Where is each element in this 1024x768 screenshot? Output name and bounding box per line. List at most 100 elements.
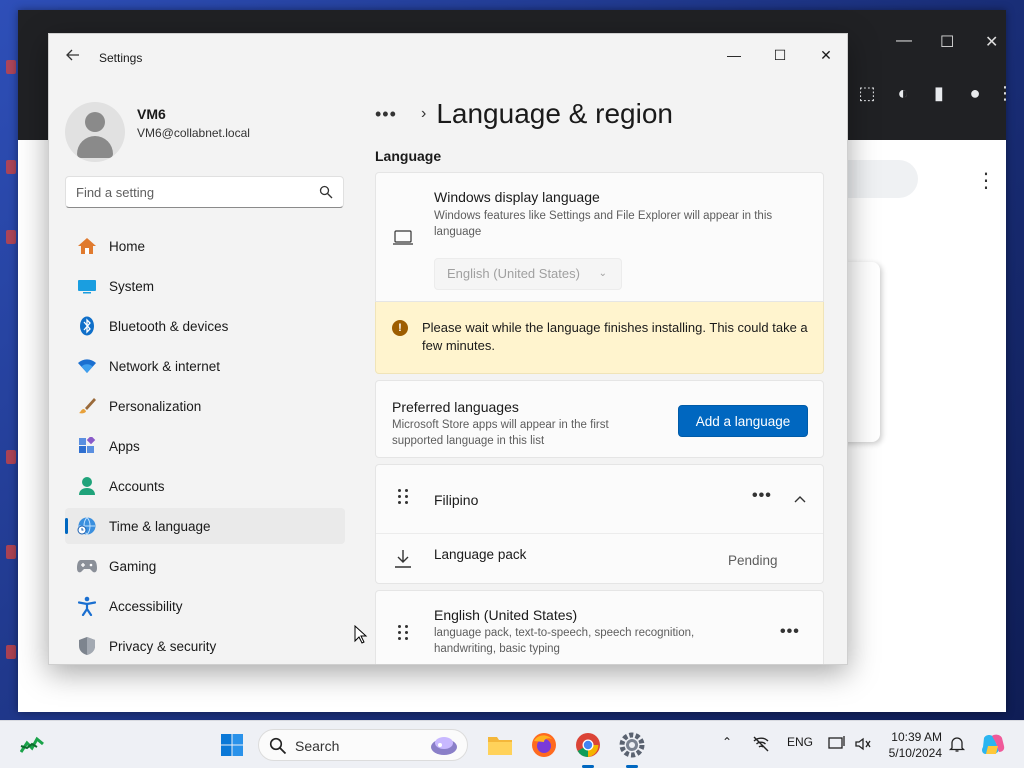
browser-menu-icon[interactable]: ⋮ bbox=[994, 82, 1016, 104]
chrome-icon[interactable] bbox=[574, 731, 602, 768]
browser-minimize-button[interactable]: — bbox=[896, 32, 912, 50]
sidebar-item-system[interactable]: System bbox=[65, 268, 345, 304]
sidebar-item-label: Accessibility bbox=[109, 598, 183, 614]
copilot-icon[interactable] bbox=[980, 732, 1006, 758]
desktop-icon[interactable] bbox=[6, 450, 16, 464]
chevron-down-icon: ⌄ bbox=[598, 268, 607, 279]
back-button[interactable] bbox=[63, 48, 83, 68]
display-language-description: Windows features like Settings and File … bbox=[434, 210, 773, 238]
extensions-icon[interactable]: ⬚ bbox=[856, 82, 878, 104]
user-name: VM6 bbox=[137, 106, 166, 122]
sidebar-item-label: Personalization bbox=[109, 398, 202, 414]
accounts-icon bbox=[75, 474, 99, 498]
widgets-stock-icon[interactable] bbox=[20, 734, 44, 756]
desktop-icon[interactable] bbox=[6, 545, 16, 559]
profile-avatar-icon[interactable]: ● bbox=[964, 82, 986, 104]
network-disconnected-icon[interactable] bbox=[752, 735, 770, 753]
display-language-dropdown[interactable]: English (United States) ⌄ bbox=[434, 258, 622, 290]
firefox-icon[interactable] bbox=[530, 731, 558, 759]
chrome-logo-icon bbox=[576, 733, 600, 757]
taskbar-clock-time[interactable]: 10:39 AM bbox=[884, 730, 942, 744]
sidebar-item-time-language[interactable]: Time & language bbox=[65, 508, 345, 544]
sidebar-item-label: Gaming bbox=[109, 558, 157, 574]
maximize-button[interactable]: ☐ bbox=[757, 40, 803, 70]
divider bbox=[376, 533, 823, 534]
avatar[interactable] bbox=[65, 102, 125, 162]
display-cast-icon[interactable] bbox=[828, 735, 846, 753]
sidebar-item-accessibility[interactable]: Accessibility bbox=[65, 588, 345, 624]
avatar-head-shape bbox=[85, 112, 105, 132]
main-content: ••• › Language & region Language Windows… bbox=[375, 82, 847, 664]
search-icon[interactable] bbox=[319, 185, 333, 199]
search-highlight-icon bbox=[431, 737, 457, 755]
sidebar-item-apps[interactable]: Apps bbox=[65, 428, 345, 464]
drag-handle-icon[interactable] bbox=[398, 489, 412, 509]
browser-toolbar: ⬚ ◐ ▮ ● ⋮ bbox=[848, 70, 1014, 118]
language-card-filipino: Filipino ••• Language pack Pending bbox=[375, 464, 824, 584]
preferred-languages-title: Preferred languages bbox=[392, 399, 519, 415]
close-button[interactable]: ✕ bbox=[803, 40, 847, 70]
settings-app-icon[interactable] bbox=[618, 731, 646, 768]
minimize-button[interactable]: — bbox=[711, 40, 757, 70]
gamepad-icon bbox=[75, 554, 99, 578]
breadcrumb-overflow-button[interactable]: ••• bbox=[375, 104, 405, 125]
desktop-icon[interactable] bbox=[6, 230, 16, 244]
avatar-body-shape bbox=[77, 136, 113, 158]
breadcrumb: ••• › Language & region bbox=[375, 94, 673, 134]
sidebar-item-accounts[interactable]: Accounts bbox=[65, 468, 345, 504]
browser-page-menu-icon[interactable]: ⋮ bbox=[976, 168, 996, 193]
chevron-up-icon[interactable]: ⌃ bbox=[722, 735, 732, 749]
taskbar-search[interactable]: Search bbox=[258, 729, 468, 761]
performance-icon[interactable]: ◐ bbox=[892, 82, 914, 104]
wifi-icon bbox=[75, 354, 99, 378]
settings-window: Settings — ☐ ✕ VM6 VM6@collabnet.local H… bbox=[48, 33, 848, 665]
sidebar-item-gaming[interactable]: Gaming bbox=[65, 548, 345, 584]
sidebar-item-label: Network & internet bbox=[109, 358, 221, 374]
sidebar-item-network[interactable]: Network & internet bbox=[65, 348, 345, 384]
language-name: English (United States) bbox=[434, 607, 578, 623]
titlebar: Settings — ☐ ✕ bbox=[49, 34, 847, 82]
taskbar: Search ⌃ ENG 10:39 AM 5/10/2024 bbox=[0, 720, 1024, 768]
system-icon bbox=[75, 274, 99, 298]
accessibility-icon bbox=[75, 594, 99, 618]
chevron-right-icon: › bbox=[421, 105, 427, 122]
notification-bell-icon[interactable] bbox=[948, 735, 966, 753]
section-label-language: Language bbox=[375, 148, 442, 164]
preferred-languages-card: Preferred languages Microsoft Store apps… bbox=[375, 380, 824, 458]
warning-icon: ! bbox=[392, 320, 408, 336]
volume-icon[interactable] bbox=[854, 735, 872, 753]
browser-page-searchbar[interactable] bbox=[838, 160, 918, 198]
language-options-button[interactable]: ••• bbox=[780, 623, 800, 641]
start-button-windows-icon[interactable] bbox=[220, 733, 244, 757]
desktop-icon[interactable] bbox=[6, 160, 16, 174]
add-language-button[interactable]: Add a language bbox=[678, 405, 808, 437]
bluetooth-icon bbox=[75, 314, 99, 338]
sidebar: VM6 VM6@collabnet.local Home System bbox=[49, 82, 359, 664]
laptop-icon bbox=[393, 230, 413, 245]
sidebar-item-personalization[interactable]: Personalization bbox=[65, 388, 345, 424]
search-icon bbox=[269, 737, 287, 755]
arrow-left-icon bbox=[66, 49, 79, 61]
desktop-icons-edge bbox=[0, 0, 20, 720]
search-box bbox=[65, 176, 344, 208]
language-name: Filipino bbox=[434, 492, 479, 508]
browser-maximize-button[interactable]: ☐ bbox=[940, 32, 954, 52]
sidebar-nav: Home System Bluetooth & devices Network … bbox=[65, 228, 345, 664]
file-explorer-icon[interactable] bbox=[486, 731, 514, 759]
sidebar-item-privacy[interactable]: Privacy & security bbox=[65, 628, 345, 664]
input-language-indicator[interactable]: ENG bbox=[787, 735, 813, 749]
chevron-up-icon[interactable] bbox=[792, 491, 808, 507]
sidebar-item-home[interactable]: Home bbox=[65, 228, 345, 264]
search-input[interactable] bbox=[66, 177, 306, 207]
gear-icon bbox=[619, 732, 645, 758]
browser-close-button[interactable]: ✕ bbox=[985, 32, 998, 52]
drag-handle-icon[interactable] bbox=[398, 625, 412, 645]
sidebar-item-bluetooth[interactable]: Bluetooth & devices bbox=[65, 308, 345, 344]
desktop-icon[interactable] bbox=[6, 645, 16, 659]
taskbar-clock-date[interactable]: 5/10/2024 bbox=[884, 746, 942, 760]
language-options-button[interactable]: ••• bbox=[752, 487, 772, 505]
side-panel-icon[interactable]: ▮ bbox=[928, 82, 950, 104]
display-language-card: Windows display language Windows feature… bbox=[375, 172, 824, 302]
desktop-icon[interactable] bbox=[6, 60, 16, 74]
apps-icon bbox=[75, 434, 99, 458]
